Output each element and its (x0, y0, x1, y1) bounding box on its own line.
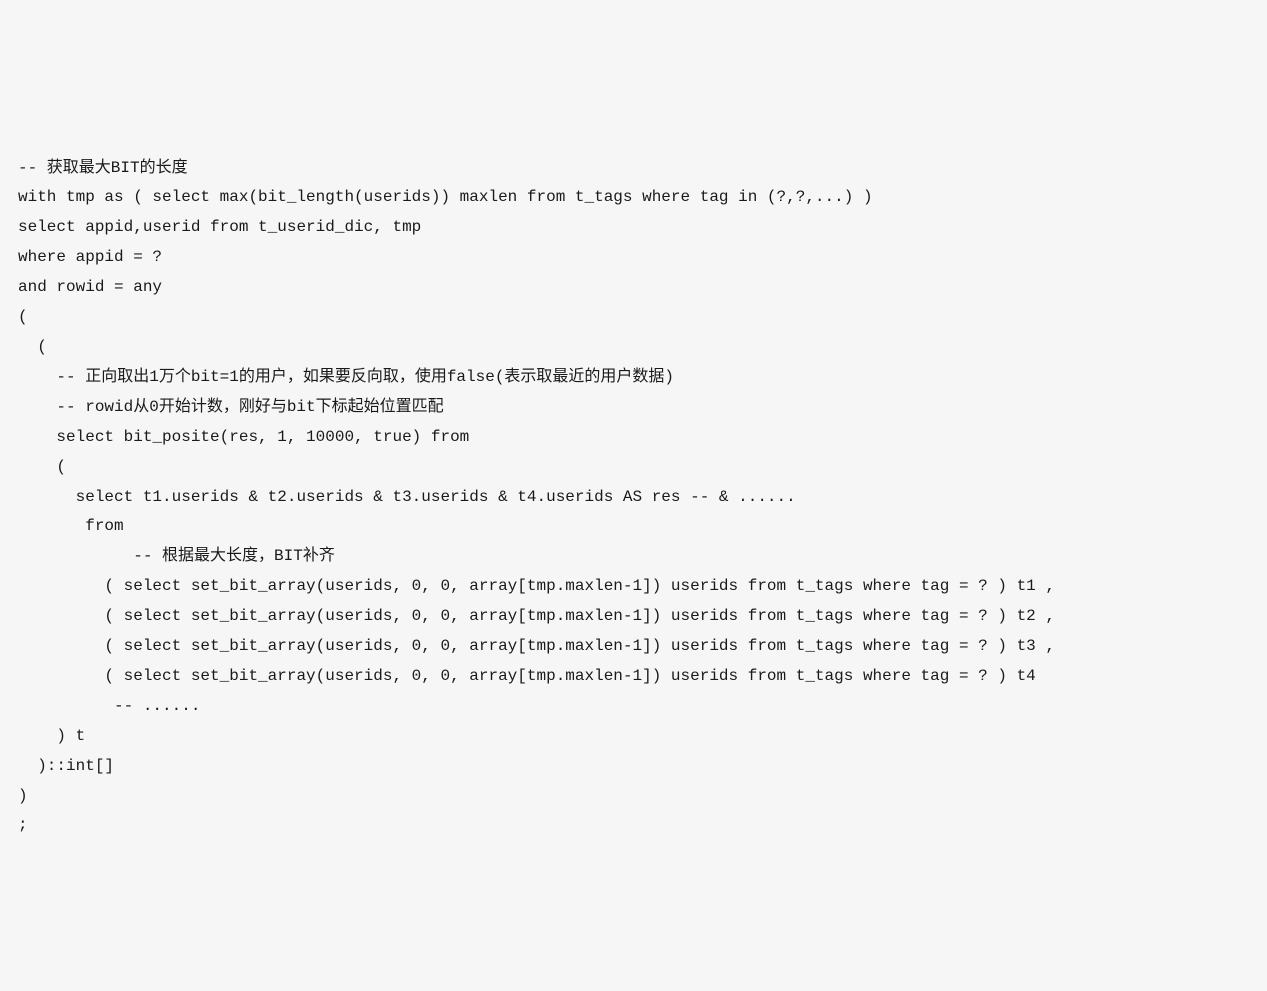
code-line: )::int[] (18, 757, 114, 775)
code-line: ( select set_bit_array(userids, 0, 0, ar… (18, 637, 1055, 655)
code-line: -- 获取最大BIT的长度 (18, 159, 188, 177)
code-line: ( (18, 458, 66, 476)
code-line: select t1.userids & t2.userids & t3.user… (18, 488, 796, 506)
code-line: -- rowid从0开始计数，刚好与bit下标起始位置匹配 (18, 398, 444, 416)
code-line: with tmp as ( select max(bit_length(user… (18, 188, 873, 206)
code-line: -- 正向取出1万个bit=1的用户，如果要反向取，使用false(表示取最近的… (18, 368, 674, 386)
sql-code-block: -- 获取最大BIT的长度 with tmp as ( select max(b… (18, 124, 1267, 842)
code-line: ( select set_bit_array(userids, 0, 0, ar… (18, 667, 1036, 685)
code-line: ( select set_bit_array(userids, 0, 0, ar… (18, 607, 1055, 625)
code-line: ; (18, 816, 28, 834)
code-line: select bit_posite(res, 1, 10000, true) f… (18, 428, 469, 446)
code-line: select appid,userid from t_userid_dic, t… (18, 218, 421, 236)
code-line: ) (18, 787, 28, 805)
code-line: ( (18, 338, 47, 356)
code-line: from (18, 517, 124, 535)
code-line: ) t (18, 727, 85, 745)
code-line: and rowid = any (18, 278, 162, 296)
code-line: where appid = ? (18, 248, 162, 266)
code-line: ( select set_bit_array(userids, 0, 0, ar… (18, 577, 1055, 595)
code-line: -- 根据最大长度，BIT补齐 (18, 547, 335, 565)
code-line: -- ...... (18, 697, 200, 715)
code-line: ( (18, 308, 28, 326)
